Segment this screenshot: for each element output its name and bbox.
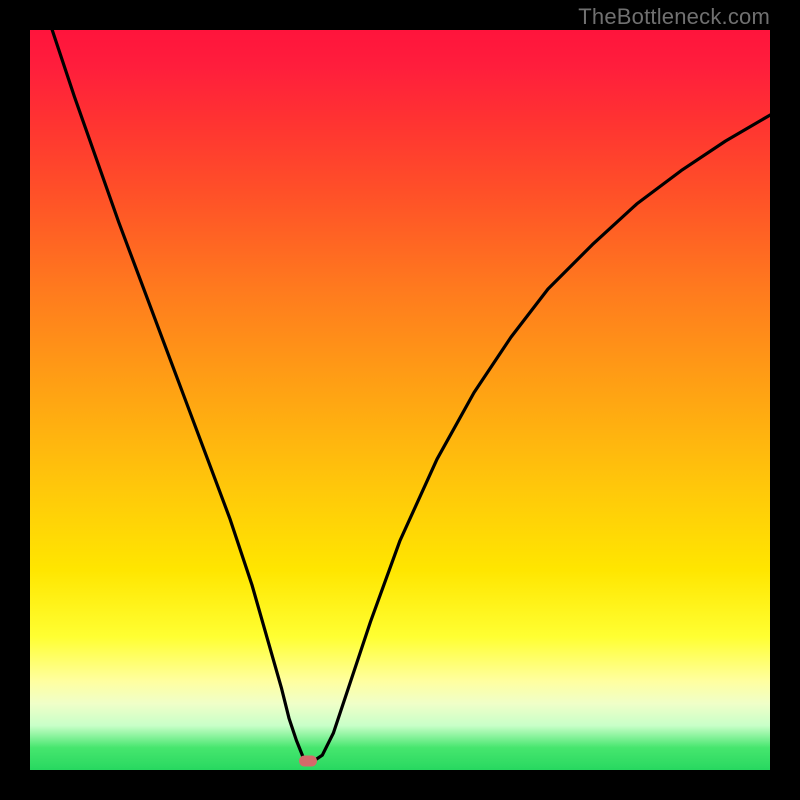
curve-line	[30, 30, 770, 770]
chart-frame: TheBottleneck.com	[0, 0, 800, 800]
minimum-marker	[299, 756, 317, 767]
baseline	[30, 768, 770, 770]
plot-area	[30, 30, 770, 770]
attribution-text: TheBottleneck.com	[578, 4, 770, 30]
